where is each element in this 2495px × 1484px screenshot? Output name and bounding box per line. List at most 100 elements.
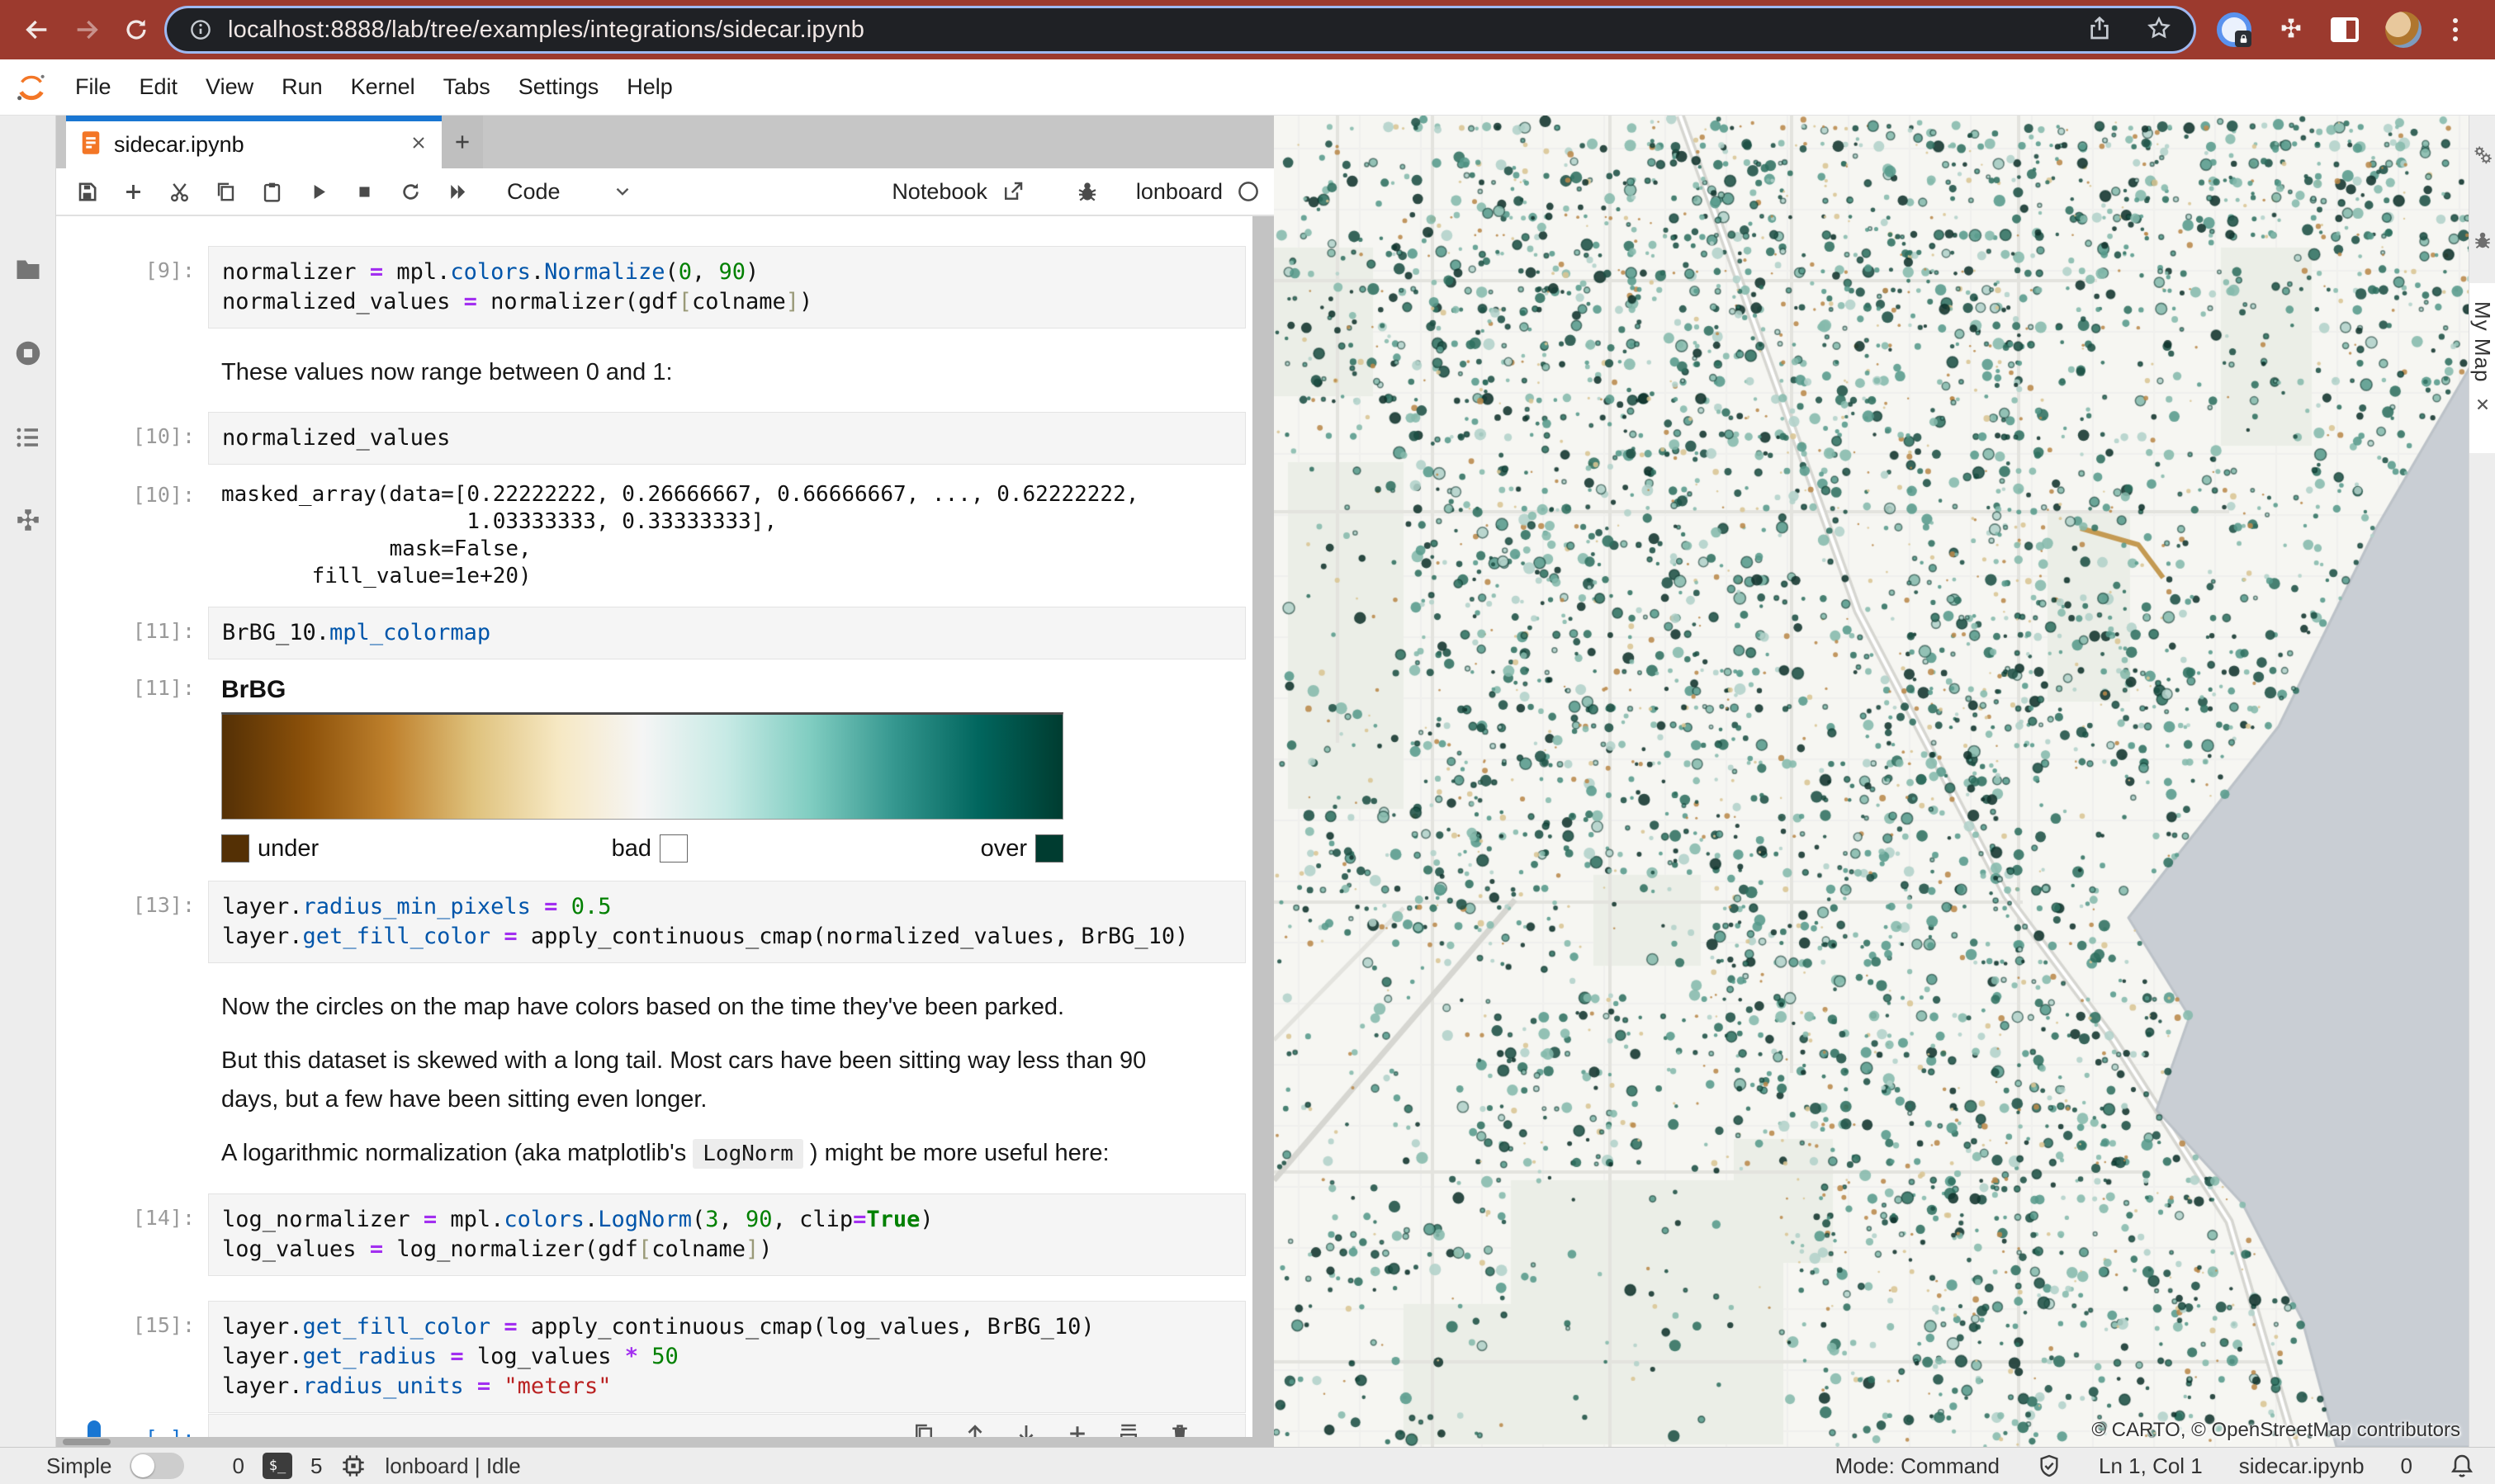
left-activity-bar [0,116,56,1447]
new-tab-button[interactable] [442,116,483,168]
file-browser-icon[interactable] [0,246,56,292]
notebook-link-label[interactable]: Notebook [892,179,987,205]
cell-prompt: [9]: [56,246,208,328]
delete-icon[interactable] [1167,1421,1192,1437]
table-of-contents-icon[interactable] [0,414,56,461]
url-text[interactable]: localhost:8888/lab/tree/examples/integra… [228,17,864,44]
browser-menu-icon[interactable] [2448,18,2463,41]
tab-close-icon[interactable] [409,133,428,157]
extensions-puzzle-icon[interactable] [2278,15,2304,45]
notebook-vertical-scrollbar[interactable] [1252,216,1274,1437]
split-screen-icon[interactable] [2331,17,2359,42]
code-cell[interactable]: [14]:log_normalizer = mpl.colors.LogNorm… [56,1193,1252,1276]
move-up-icon[interactable] [963,1421,987,1437]
code-cell[interactable]: [9]:normalizer = mpl.colors.Normalize(0,… [56,246,1252,328]
back-icon[interactable] [18,11,56,49]
cell-input[interactable]: normalizer = mpl.colors.Normalize(0, 90)… [208,246,1246,328]
debugger-sidebar-bug-icon[interactable] [2469,220,2495,261]
site-info-icon[interactable] [188,17,213,42]
kernel-status-idle-icon[interactable] [1236,179,1261,204]
output-prompt: [11]: [56,671,208,863]
lock-icon [2235,31,2251,47]
restart-icon[interactable] [391,173,429,210]
markdown-cell[interactable]: These values now range between 0 and 1: [56,353,1252,392]
menu-item-file[interactable]: File [61,74,125,99]
run-icon[interactable] [299,173,337,210]
mode-indicator[interactable]: Mode: Command [1835,1453,2000,1479]
terminal-icon[interactable]: $_ [263,1453,292,1479]
code-cell[interactable]: [13]:layer.radius_min_pixels = 0.5layer.… [56,881,1252,963]
menu-item-help[interactable]: Help [613,74,687,99]
kernel-name-label[interactable]: lonboard [1136,179,1223,205]
tab-sidecar-ipynb[interactable]: sidecar.ipynb [66,116,442,168]
cell-input[interactable] [208,1414,1246,1437]
kernel-chip-icon[interactable] [340,1453,367,1479]
cell-input[interactable]: BrBG_10.mpl_colormap [208,607,1246,659]
output-cell: [10]:masked_array(data=[0.22222222, 0.26… [56,476,1252,590]
cell-input[interactable]: layer.radius_min_pixels = 0.5layer.get_f… [208,881,1246,963]
insert-icon[interactable] [1065,1421,1090,1437]
run-all-icon[interactable] [438,173,476,210]
browser-chrome: localhost:8888/lab/tree/examples/integra… [0,0,2495,59]
cell-input[interactable]: log_normalizer = mpl.colors.LogNorm(3, 9… [208,1193,1246,1276]
sidecar-tab-close-icon[interactable] [2474,395,2492,418]
save-icon[interactable] [68,173,106,210]
cmap-under: under [221,834,319,863]
menu-item-run[interactable]: Run [267,74,337,99]
cell-toolbar [911,1421,1192,1437]
code-cell[interactable]: [11]:BrBG_10.mpl_colormap [56,607,1252,659]
cursor-position[interactable]: Ln 1, Col 1 [2099,1453,2203,1479]
bookmark-star-icon[interactable] [2146,15,2172,45]
forward-icon[interactable] [68,11,106,49]
statusbar-filename[interactable]: sidecar.ipynb [2239,1453,2365,1479]
move-down-icon[interactable] [1014,1421,1039,1437]
stop-icon[interactable] [345,173,383,210]
sidecar-tab-title: My Map [2469,301,2495,382]
jupyter-menubar: FileEditViewRunKernelTabsSettingsHelp [0,59,2495,116]
notifications-bell-icon[interactable] [2449,1453,2475,1479]
address-bar[interactable]: localhost:8888/lab/tree/examples/integra… [167,8,2194,51]
lonboard-map-view[interactable]: © CARTO, © OpenStreetMap contributors [1274,116,2469,1447]
menu-item-tabs[interactable]: Tabs [429,74,504,99]
menu-item-settings[interactable]: Settings [504,74,613,99]
simple-mode-toggle[interactable] [130,1453,184,1479]
add-icon[interactable] [114,173,152,210]
markdown-cell[interactable]: Now the circles on the map have colors b… [56,988,1252,1174]
browser-profile-avatar[interactable] [2385,12,2422,48]
map-canvas[interactable] [1274,116,2469,1447]
output-prompt: [10]: [56,476,208,590]
duplicate-icon[interactable] [911,1421,936,1437]
extension-manager-icon[interactable] [0,497,56,543]
trust-shield-icon[interactable] [2036,1453,2062,1479]
active-empty-cell[interactable]: [ ]: [56,1414,1252,1437]
reload-icon[interactable] [117,11,155,49]
menu-item-view[interactable]: View [192,74,267,99]
cut-icon[interactable] [160,173,198,210]
share-icon[interactable] [2086,15,2113,45]
output-text: masked_array(data=[0.22222222, 0.2666666… [221,481,1246,590]
sidecar-tab-my-map[interactable]: My Map [2469,283,2495,453]
debugger-bug-icon[interactable] [1075,179,1100,204]
property-inspector-gears-icon[interactable] [2469,134,2495,175]
cell-type-dropdown[interactable]: Code [507,179,633,205]
notebook-cells: [9]:normalizer = mpl.colors.Normalize(0,… [56,216,1252,1437]
menu-item-edit[interactable]: Edit [125,74,192,99]
cell-input[interactable]: layer.get_fill_color = apply_continuous_… [208,1301,1246,1413]
code-cell[interactable]: [15]:layer.get_fill_color = apply_contin… [56,1301,1252,1413]
open-external-icon[interactable] [1001,179,1025,204]
insert-below-icon[interactable] [1116,1421,1141,1437]
running-kernels-icon[interactable] [0,330,56,376]
cell-type-value: Code [507,179,561,205]
kernels-count[interactable]: 5 [310,1453,322,1479]
paste-icon[interactable] [253,173,291,210]
terminals-count[interactable]: 0 [232,1453,244,1479]
copy-icon[interactable] [206,173,244,210]
active-cell-collapser[interactable] [88,1420,101,1437]
code-cell[interactable]: [10]:normalized_values [56,412,1252,465]
cell-input[interactable]: normalized_values [208,412,1246,465]
cell-prompt: [13]: [56,881,208,963]
notebook-horizontal-scrollbar[interactable] [56,1437,1274,1447]
kernel-status-text[interactable]: lonboard | Idle [385,1453,520,1479]
password-manager-extension-icon[interactable] [2217,12,2251,47]
menu-item-kernel[interactable]: Kernel [337,74,429,99]
